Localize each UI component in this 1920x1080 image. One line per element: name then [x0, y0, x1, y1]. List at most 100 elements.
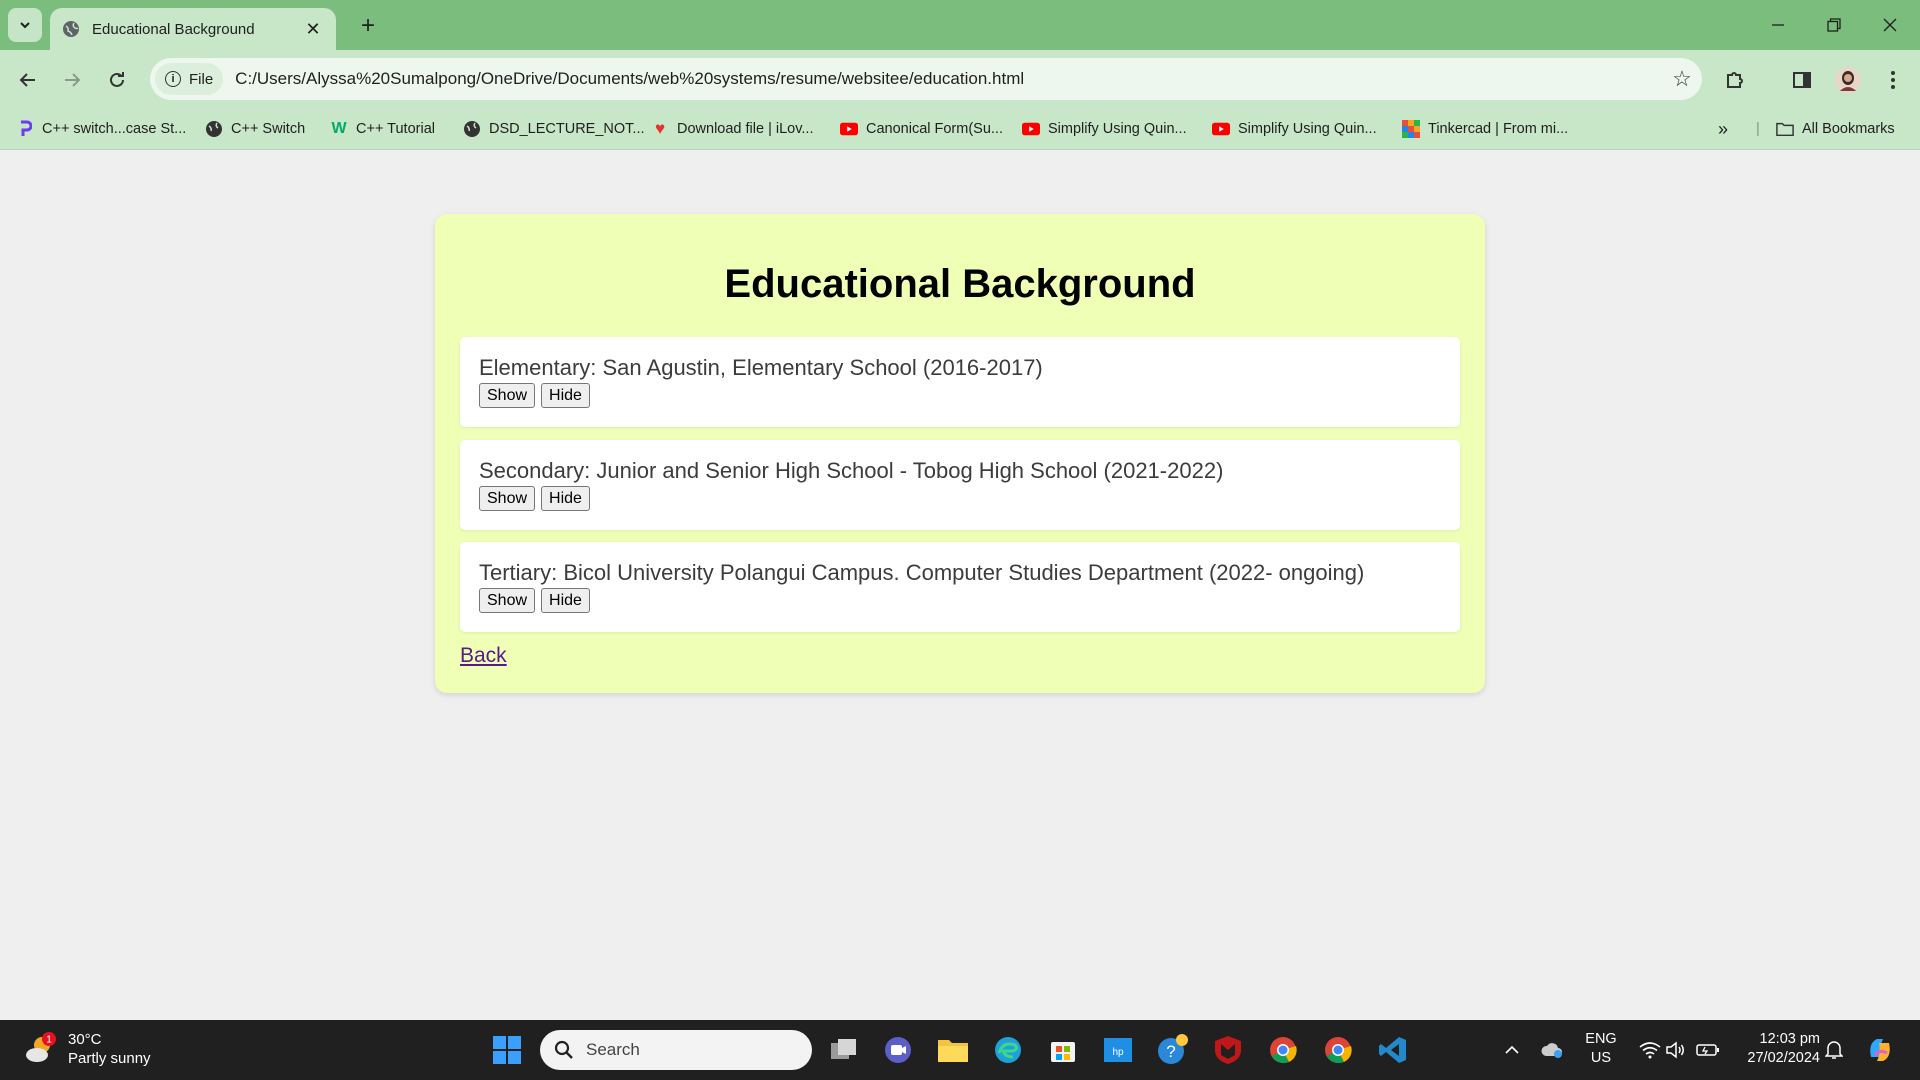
myhp-icon: hp [1104, 1038, 1132, 1062]
entry-text: Secondary: Junior and Senior High School… [479, 458, 1224, 483]
battery-tray[interactable] [1690, 1032, 1726, 1068]
more-bookmarks-chevron-icon[interactable]: » [1718, 116, 1728, 142]
vscode-app[interactable] [1375, 1032, 1411, 1068]
chrome-app-profile[interactable] [1320, 1032, 1356, 1068]
mcafee-app[interactable] [1210, 1032, 1246, 1068]
bookmark-item[interactable]: Simplify Using Quin... [1022, 116, 1187, 142]
language-indicator[interactable]: ENG US [1580, 1030, 1622, 1068]
hide-button[interactable]: Hide [541, 588, 590, 613]
bookmark-item[interactable]: Tinkercad | From mi... [1402, 116, 1568, 142]
active-tab[interactable]: Educational Background ✕ [50, 8, 336, 50]
url-text[interactable]: C:/Users/Alyssa%20Sumalpong/OneDrive/Doc… [235, 69, 1662, 89]
youtube-icon [1212, 120, 1230, 138]
hide-button[interactable]: Hide [541, 486, 590, 511]
back-link[interactable]: Back [460, 644, 507, 668]
chrome-icon [1270, 1037, 1297, 1064]
side-panel-button[interactable] [1784, 62, 1820, 98]
myhp-app[interactable]: hp [1100, 1032, 1136, 1068]
bookmark-item[interactable]: Canonical Form(Su... [840, 116, 1003, 142]
show-button[interactable]: Show [479, 588, 536, 613]
clock-date: 27/02/2024 [1747, 1050, 1820, 1066]
start-button[interactable] [489, 1032, 525, 1068]
close-icon [1883, 18, 1897, 32]
bookmark-star-icon[interactable]: ☆ [1662, 66, 1702, 92]
youtube-icon [1022, 120, 1040, 138]
taskbar-search[interactable]: Search [540, 1030, 812, 1070]
minimize-button[interactable] [1750, 0, 1806, 50]
volume-tray[interactable] [1658, 1032, 1694, 1068]
close-tab-icon[interactable]: ✕ [302, 19, 324, 40]
profile-avatar[interactable] [1830, 62, 1866, 98]
bookmark-item[interactable]: Simplify Using Quin... [1212, 116, 1377, 142]
clock-time: 12:03 pm [1759, 1031, 1820, 1047]
new-tab-button[interactable]: + [352, 10, 384, 42]
windows-taskbar: 1 30°C Partly sunny Search hp ? ENG US 1… [0, 1020, 1920, 1080]
file-explorer-app[interactable] [935, 1032, 971, 1068]
mcafee-shield-icon [1215, 1036, 1241, 1064]
microsoft-store-app[interactable] [1045, 1032, 1081, 1068]
folder-icon [938, 1040, 968, 1062]
globe-icon [63, 21, 79, 37]
bookmark-item[interactable]: DSD_LECTURE_NOT... [463, 116, 645, 142]
bookmarks-bar: C++ switch...case St... C++ Switch W C++… [0, 108, 1920, 150]
site-chip-label: File [189, 70, 214, 88]
avatar-icon [1835, 67, 1861, 93]
entry-text: Elementary: San Agustin, Elementary Scho… [479, 355, 1043, 380]
browser-titlebar: Educational Background ✕ + [0, 0, 1920, 50]
copilot-button[interactable] [1862, 1032, 1898, 1068]
site-info-chip[interactable]: i File [155, 63, 224, 95]
svg-text:hp: hp [1112, 1047, 1124, 1058]
education-entry-secondary: Secondary: Junior and Senior High School… [460, 440, 1460, 530]
show-button[interactable]: Show [479, 486, 536, 511]
chevron-down-icon [20, 22, 30, 29]
show-hidden-icons-button[interactable] [1494, 1032, 1530, 1068]
task-view-button[interactable] [826, 1032, 862, 1068]
page-title: Educational Background [724, 262, 1196, 306]
forward-button[interactable] [54, 62, 90, 98]
all-bookmarks-button[interactable]: All Bookmarks [1776, 116, 1895, 142]
task-view-icon [831, 1039, 856, 1059]
reload-icon [110, 72, 124, 87]
menu-button[interactable] [1875, 62, 1911, 98]
onedrive-tray[interactable] [1534, 1032, 1570, 1068]
vscode-icon [1379, 1037, 1406, 1063]
edge-app[interactable] [990, 1032, 1026, 1068]
help-app[interactable]: ? [1155, 1032, 1191, 1068]
show-button[interactable]: Show [479, 383, 536, 408]
chrome-icon [1325, 1037, 1352, 1064]
video-chat-icon [885, 1037, 911, 1063]
battery-icon [1696, 1044, 1719, 1056]
copilot-icon [1870, 1039, 1890, 1061]
info-icon: i [165, 71, 181, 87]
kebab-menu-icon [1891, 71, 1895, 89]
chrome-app-active[interactable] [1265, 1032, 1301, 1068]
reload-button[interactable] [99, 62, 135, 98]
hide-button[interactable]: Hide [541, 383, 590, 408]
edge-icon [995, 1037, 1021, 1063]
back-button[interactable] [10, 62, 46, 98]
minimize-icon [1772, 24, 1784, 26]
restore-button[interactable] [1806, 0, 1862, 50]
education-entry-elementary: Elementary: San Agustin, Elementary Scho… [460, 337, 1460, 427]
cloud-icon [1541, 1043, 1562, 1058]
bookmark-item[interactable]: C++ switch...case St... [16, 116, 186, 142]
close-window-button[interactable] [1862, 0, 1918, 50]
bookmark-item[interactable]: W C++ Tutorial [330, 116, 435, 142]
bookmark-item[interactable]: ♥ Download file | iLov... [651, 116, 814, 142]
partly-sunny-icon: 1 [26, 1032, 56, 1062]
extensions-button[interactable] [1717, 62, 1753, 98]
meet-app[interactable] [880, 1032, 916, 1068]
address-bar[interactable]: i File C:/Users/Alyssa%20Sumalpong/OneDr… [150, 58, 1702, 100]
help-icon: ? [1158, 1034, 1188, 1064]
browser-toolbar: i File C:/Users/Alyssa%20Sumalpong/OneDr… [0, 50, 1920, 108]
w3schools-icon: W [331, 120, 347, 137]
notifications-button[interactable] [1816, 1032, 1852, 1068]
bookmark-item[interactable]: C++ Switch [205, 116, 305, 142]
youtube-icon [840, 120, 858, 138]
tab-search-button[interactable] [8, 8, 42, 42]
bell-icon [1825, 1041, 1843, 1059]
arrow-right-icon [65, 73, 81, 87]
restore-icon [1827, 18, 1841, 32]
weather-widget[interactable]: 1 30°C Partly sunny [22, 1030, 151, 1068]
clock[interactable]: 12:03 pm 27/02/2024 [1732, 1030, 1820, 1068]
